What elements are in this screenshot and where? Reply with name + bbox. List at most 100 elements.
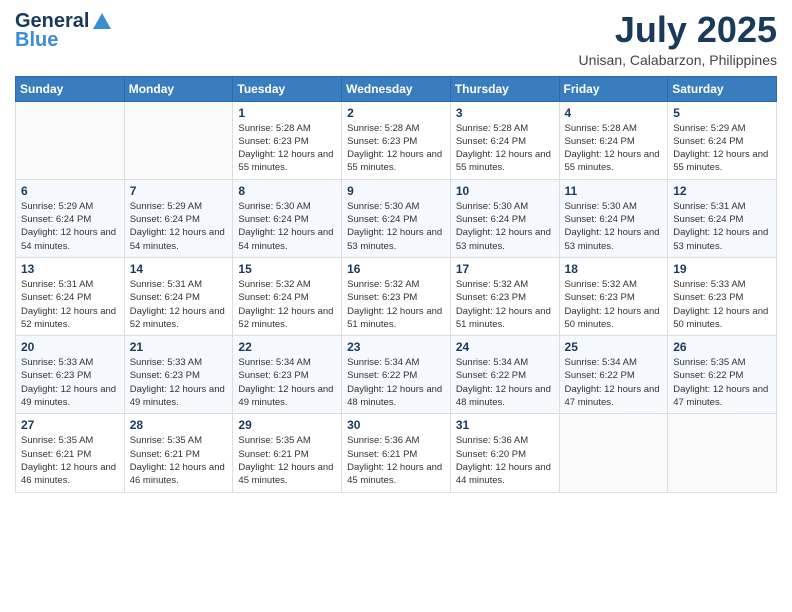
calendar-week-row: 6 Sunrise: 5:29 AMSunset: 6:24 PMDaylight…: [16, 179, 777, 257]
calendar-cell: 26 Sunrise: 5:35 AMSunset: 6:22 PMDayligh…: [668, 336, 777, 414]
day-number: 18: [565, 262, 663, 276]
weekday-header: Thursday: [450, 76, 559, 101]
day-info: Sunrise: 5:35 AMSunset: 6:21 PMDaylight:…: [130, 434, 228, 487]
day-info: Sunrise: 5:30 AMSunset: 6:24 PMDaylight:…: [456, 200, 554, 253]
day-info: Sunrise: 5:36 AMSunset: 6:21 PMDaylight:…: [347, 434, 445, 487]
calendar-cell: 12 Sunrise: 5:31 AMSunset: 6:24 PMDayligh…: [668, 179, 777, 257]
day-number: 31: [456, 418, 554, 432]
day-info: Sunrise: 5:34 AMSunset: 6:23 PMDaylight:…: [238, 356, 336, 409]
day-info: Sunrise: 5:36 AMSunset: 6:20 PMDaylight:…: [456, 434, 554, 487]
day-number: 29: [238, 418, 336, 432]
day-number: 5: [673, 106, 771, 120]
day-info: Sunrise: 5:31 AMSunset: 6:24 PMDaylight:…: [130, 278, 228, 331]
day-number: 4: [565, 106, 663, 120]
day-number: 30: [347, 418, 445, 432]
day-info: Sunrise: 5:34 AMSunset: 6:22 PMDaylight:…: [565, 356, 663, 409]
logo-icon: [91, 11, 113, 33]
day-number: 1: [238, 106, 336, 120]
day-info: Sunrise: 5:30 AMSunset: 6:24 PMDaylight:…: [565, 200, 663, 253]
calendar-cell: 27 Sunrise: 5:35 AMSunset: 6:21 PMDayligh…: [16, 414, 125, 492]
calendar-cell: [124, 101, 233, 179]
calendar-cell: 28 Sunrise: 5:35 AMSunset: 6:21 PMDayligh…: [124, 414, 233, 492]
calendar-header-row: SundayMondayTuesdayWednesdayThursdayFrid…: [16, 76, 777, 101]
calendar-week-row: 20Sunrise: 5:33 AMSunset: 6:23 PMDayligh…: [16, 336, 777, 414]
weekday-header: Saturday: [668, 76, 777, 101]
day-number: 17: [456, 262, 554, 276]
logo: General Blue: [15, 10, 113, 52]
day-number: 16: [347, 262, 445, 276]
calendar-cell: 9 Sunrise: 5:30 AMSunset: 6:24 PMDaylight…: [342, 179, 451, 257]
day-info: Sunrise: 5:30 AMSunset: 6:24 PMDaylight:…: [238, 200, 336, 253]
day-info: Sunrise: 5:29 AMSunset: 6:24 PMDaylight:…: [21, 200, 119, 253]
title-block: July 2025 Unisan, Calabarzon, Philippine…: [579, 10, 777, 68]
day-info: Sunrise: 5:32 AMSunset: 6:24 PMDaylight:…: [238, 278, 336, 331]
day-number: 10: [456, 184, 554, 198]
day-number: 24: [456, 340, 554, 354]
day-number: 7: [130, 184, 228, 198]
weekday-header: Wednesday: [342, 76, 451, 101]
calendar-cell: [559, 414, 668, 492]
calendar-cell: 5Sunrise: 5:29 AMSunset: 6:24 PMDaylight…: [668, 101, 777, 179]
weekday-header: Sunday: [16, 76, 125, 101]
day-number: 2: [347, 106, 445, 120]
day-number: 8: [238, 184, 336, 198]
calendar-cell: 8 Sunrise: 5:30 AMSunset: 6:24 PMDaylight…: [233, 179, 342, 257]
page-container: General Blue July 2025 Unisan, Calabarzo…: [0, 0, 792, 508]
calendar-cell: 6 Sunrise: 5:29 AMSunset: 6:24 PMDaylight…: [16, 179, 125, 257]
day-info: Sunrise: 5:28 AMSunset: 6:24 PMDaylight:…: [456, 122, 554, 175]
calendar-cell: 23Sunrise: 5:34 AMSunset: 6:22 PMDayligh…: [342, 336, 451, 414]
day-info: Sunrise: 5:32 AMSunset: 6:23 PMDaylight:…: [347, 278, 445, 331]
day-number: 28: [130, 418, 228, 432]
calendar-cell: 18Sunrise: 5:32 AMSunset: 6:23 PMDayligh…: [559, 257, 668, 335]
calendar-cell: 2 Sunrise: 5:28 AMSunset: 6:23 PMDaylight…: [342, 101, 451, 179]
day-number: 19: [673, 262, 771, 276]
calendar-table: SundayMondayTuesdayWednesdayThursdayFrid…: [15, 76, 777, 493]
calendar-cell: 4 Sunrise: 5:28 AMSunset: 6:24 PMDaylight…: [559, 101, 668, 179]
calendar-cell: 3 Sunrise: 5:28 AMSunset: 6:24 PMDaylight…: [450, 101, 559, 179]
day-number: 3: [456, 106, 554, 120]
weekday-header: Monday: [124, 76, 233, 101]
calendar-cell: 21 Sunrise: 5:33 AMSunset: 6:23 PMDayligh…: [124, 336, 233, 414]
day-info: Sunrise: 5:29 AMSunset: 6:24 PMDaylight:…: [130, 200, 228, 253]
day-number: 22: [238, 340, 336, 354]
day-info: Sunrise: 5:28 AMSunset: 6:23 PMDaylight:…: [347, 122, 445, 175]
calendar-cell: 16 Sunrise: 5:32 AMSunset: 6:23 PMDayligh…: [342, 257, 451, 335]
day-info: Sunrise: 5:35 AMSunset: 6:22 PMDaylight:…: [673, 356, 771, 409]
day-number: 26: [673, 340, 771, 354]
calendar-cell: 7 Sunrise: 5:29 AMSunset: 6:24 PMDaylight…: [124, 179, 233, 257]
calendar-cell: 22 Sunrise: 5:34 AMSunset: 6:23 PMDayligh…: [233, 336, 342, 414]
calendar-cell: 20Sunrise: 5:33 AMSunset: 6:23 PMDayligh…: [16, 336, 125, 414]
day-number: 6: [21, 184, 119, 198]
day-info: Sunrise: 5:33 AMSunset: 6:23 PMDaylight:…: [673, 278, 771, 331]
day-number: 13: [21, 262, 119, 276]
day-info: Sunrise: 5:28 AMSunset: 6:24 PMDaylight:…: [565, 122, 663, 175]
calendar-cell: 19 Sunrise: 5:33 AMSunset: 6:23 PMDayligh…: [668, 257, 777, 335]
day-info: Sunrise: 5:30 AMSunset: 6:24 PMDaylight:…: [347, 200, 445, 253]
month-title: July 2025: [579, 10, 777, 50]
location-text: Unisan, Calabarzon, Philippines: [579, 52, 777, 68]
day-number: 21: [130, 340, 228, 354]
day-info: Sunrise: 5:31 AMSunset: 6:24 PMDaylight:…: [21, 278, 119, 331]
weekday-header: Tuesday: [233, 76, 342, 101]
day-number: 12: [673, 184, 771, 198]
day-info: Sunrise: 5:33 AMSunset: 6:23 PMDaylight:…: [130, 356, 228, 409]
calendar-cell: 14Sunrise: 5:31 AMSunset: 6:24 PMDayligh…: [124, 257, 233, 335]
day-info: Sunrise: 5:31 AMSunset: 6:24 PMDaylight:…: [673, 200, 771, 253]
calendar-cell: 30 Sunrise: 5:36 AMSunset: 6:21 PMDayligh…: [342, 414, 451, 492]
calendar-week-row: 1 Sunrise: 5:28 AMSunset: 6:23 PMDaylight…: [16, 101, 777, 179]
day-info: Sunrise: 5:35 AMSunset: 6:21 PMDaylight:…: [21, 434, 119, 487]
calendar-cell: 15 Sunrise: 5:32 AMSunset: 6:24 PMDayligh…: [233, 257, 342, 335]
day-info: Sunrise: 5:33 AMSunset: 6:23 PMDaylight:…: [21, 356, 119, 409]
calendar-week-row: 13 Sunrise: 5:31 AMSunset: 6:24 PMDayligh…: [16, 257, 777, 335]
day-info: Sunrise: 5:32 AMSunset: 6:23 PMDaylight:…: [456, 278, 554, 331]
weekday-header: Friday: [559, 76, 668, 101]
day-number: 9: [347, 184, 445, 198]
calendar-cell: 17 Sunrise: 5:32 AMSunset: 6:23 PMDayligh…: [450, 257, 559, 335]
calendar-week-row: 27 Sunrise: 5:35 AMSunset: 6:21 PMDayligh…: [16, 414, 777, 492]
calendar-cell: 24Sunrise: 5:34 AMSunset: 6:22 PMDayligh…: [450, 336, 559, 414]
day-number: 15: [238, 262, 336, 276]
day-number: 27: [21, 418, 119, 432]
page-header: General Blue July 2025 Unisan, Calabarzo…: [15, 10, 777, 68]
day-number: 25: [565, 340, 663, 354]
calendar-cell: 13 Sunrise: 5:31 AMSunset: 6:24 PMDayligh…: [16, 257, 125, 335]
